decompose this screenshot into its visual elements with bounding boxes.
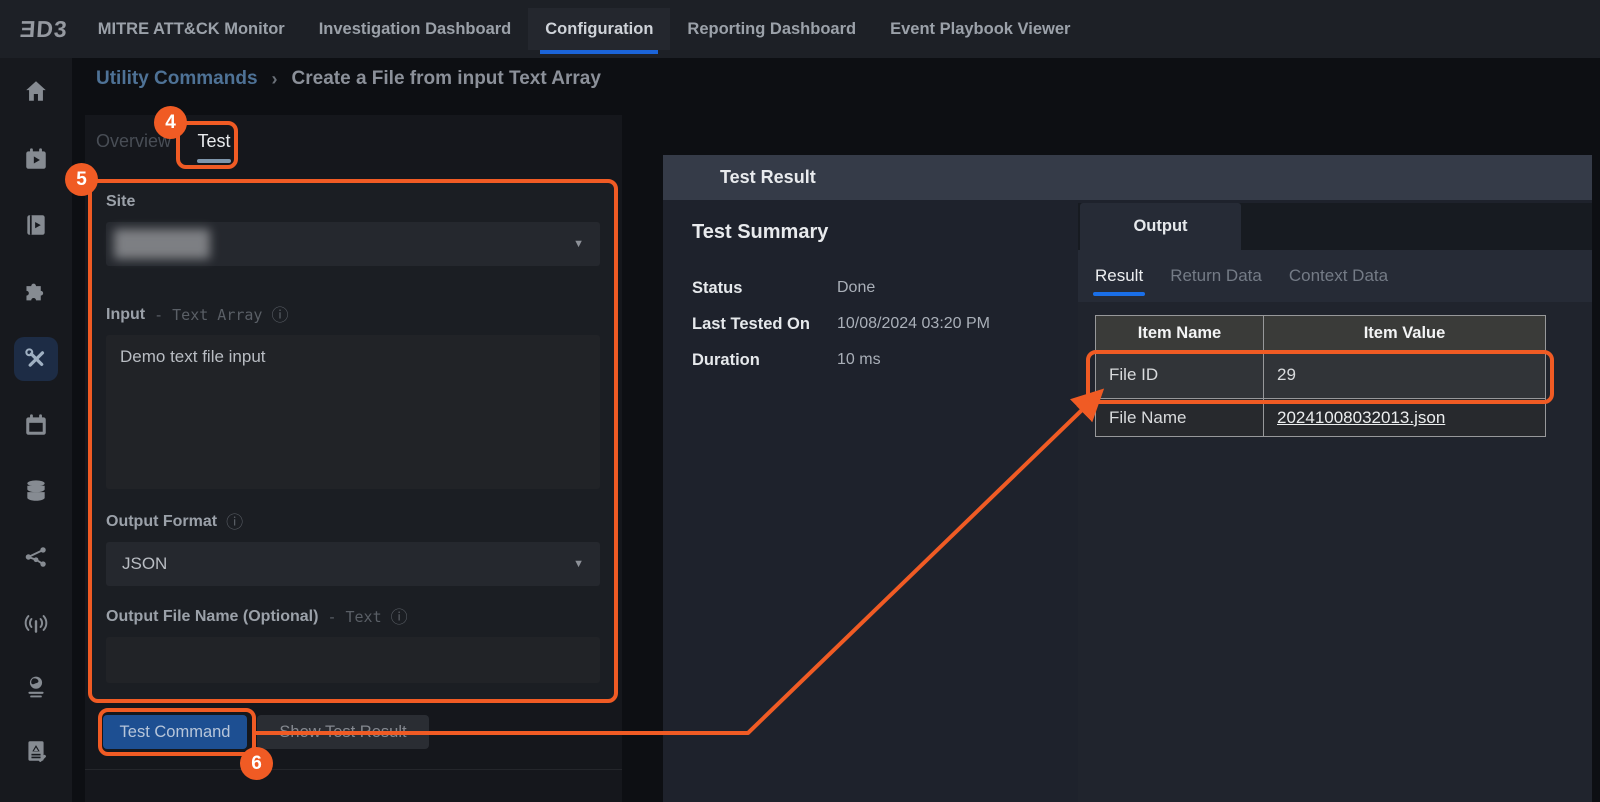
- top-nav: ƎD3 MITRE ATT&CK Monitor Investigation D…: [0, 0, 1600, 58]
- output-file-name-type-hint: - Text: [327, 608, 381, 626]
- output-format-value: JSON: [122, 542, 167, 586]
- test-result-title: Test Result: [720, 155, 816, 200]
- summary-row-status: Status Done: [692, 279, 990, 298]
- output-format-select[interactable]: JSON ▼: [106, 542, 600, 586]
- duration-value: 10 ms: [837, 351, 881, 370]
- output-file-name-input[interactable]: [106, 637, 600, 683]
- app-window: ƎD3 MITRE ATT&CK Monitor Investigation D…: [0, 0, 1600, 802]
- summary-row-duration: Duration 10 ms: [692, 351, 990, 370]
- document-edit-icon[interactable]: [14, 729, 58, 773]
- sidebar: [0, 58, 72, 802]
- page-title: Create a File from input Text Array: [292, 68, 601, 90]
- subtab-context-data[interactable]: Context Data: [1289, 266, 1388, 286]
- chevron-down-icon: ▼: [573, 558, 584, 570]
- annotation-step-4: 4: [154, 106, 187, 139]
- last-tested-value: 10/08/2024 03:20 PM: [837, 315, 990, 334]
- output-content: Item Name Item Value File ID 29 File Nam…: [1078, 302, 1592, 802]
- site-label: Site: [106, 193, 135, 211]
- info-icon[interactable]: ⓘ: [226, 514, 243, 531]
- table-row-file-name: File Name 20241008032013.json: [1096, 399, 1546, 437]
- file-id-value-cell: 29: [1264, 352, 1546, 399]
- panel-divider: [85, 769, 622, 770]
- calendar-play-icon[interactable]: [14, 137, 58, 181]
- nav-item-investigation-dashboard[interactable]: Investigation Dashboard: [302, 8, 529, 50]
- puzzle-icon[interactable]: [14, 271, 58, 315]
- output-tabstrip: Output: [1078, 203, 1592, 250]
- nav-item-configuration[interactable]: Configuration: [528, 8, 670, 50]
- test-summary-title: Test Summary: [692, 221, 828, 244]
- table-row-file-id: File ID 29: [1096, 352, 1546, 399]
- col-header-item-value: Item Value: [1264, 316, 1546, 352]
- file-name-value-cell: 20241008032013.json: [1264, 399, 1546, 437]
- info-icon[interactable]: ⓘ: [391, 609, 408, 626]
- test-result-panel: Test Result Test Summary Status Done Las…: [663, 155, 1592, 802]
- subtab-return-data[interactable]: Return Data: [1170, 266, 1262, 286]
- test-result-header: Test Result: [663, 155, 1592, 200]
- annotation-step-5: 5: [65, 163, 98, 196]
- output-format-label: Output Format: [106, 513, 217, 531]
- file-name-name-cell: File Name: [1096, 399, 1264, 437]
- database-icon[interactable]: [14, 469, 58, 513]
- chevron-right-icon: ›: [272, 69, 278, 90]
- form-buttons: Test Command Show Test Result: [103, 715, 429, 749]
- share-nodes-icon[interactable]: [14, 535, 58, 579]
- info-icon[interactable]: ⓘ: [271, 307, 288, 324]
- output-section: Output Result Return Data Context Data I…: [1078, 203, 1592, 802]
- tools-icon[interactable]: [14, 337, 58, 381]
- result-table: Item Name Item Value File ID 29 File Nam…: [1095, 315, 1546, 437]
- tab-test-label: Test: [198, 131, 231, 151]
- site-select[interactable]: ▼: [106, 222, 600, 266]
- breadcrumb-parent-link[interactable]: Utility Commands: [96, 68, 258, 90]
- command-test-panel: Overview Test Site ▼ Input - Text Array …: [85, 115, 622, 802]
- test-summary-rows: Status Done Last Tested On 10/08/2024 03…: [692, 279, 990, 370]
- tab-test-underline: [197, 159, 231, 163]
- subtab-result[interactable]: Result: [1095, 266, 1143, 286]
- output-subtabs: Result Return Data Context Data: [1078, 250, 1592, 302]
- test-form: Site ▼ Input - Text Array ⓘ Demo text fi…: [88, 179, 618, 703]
- nav-item-mitre-attck-monitor[interactable]: MITRE ATT&CK Monitor: [81, 8, 302, 50]
- broadcast-icon[interactable]: [14, 601, 58, 645]
- annotation-step-6: 6: [240, 747, 273, 780]
- col-header-item-name: Item Name: [1096, 316, 1264, 352]
- file-id-name-cell: File ID: [1096, 352, 1264, 399]
- file-name-link[interactable]: 20241008032013.json: [1277, 408, 1445, 427]
- show-test-result-button[interactable]: Show Test Result: [257, 715, 429, 749]
- tab-output[interactable]: Output: [1080, 203, 1241, 250]
- app-logo: ƎD3: [19, 16, 69, 43]
- test-command-button[interactable]: Test Command: [103, 715, 247, 749]
- globe-icon[interactable]: [14, 665, 58, 709]
- output-file-name-label: Output File Name (Optional): [106, 608, 318, 626]
- nav-item-reporting-dashboard[interactable]: Reporting Dashboard: [670, 8, 873, 50]
- input-textarea[interactable]: Demo text file input: [106, 335, 600, 489]
- input-label: Input: [106, 306, 145, 324]
- breadcrumb: Utility Commands › Create a File from in…: [96, 68, 601, 90]
- site-value-redacted: [114, 229, 210, 259]
- nav-item-event-playbook-viewer[interactable]: Event Playbook Viewer: [873, 8, 1087, 50]
- tab-test[interactable]: Test: [197, 127, 231, 163]
- duration-label: Duration: [692, 351, 837, 370]
- playbook-icon[interactable]: [14, 203, 58, 247]
- home-icon[interactable]: [14, 69, 58, 113]
- chevron-down-icon: ▼: [573, 238, 584, 250]
- calendar-icon[interactable]: [14, 403, 58, 447]
- input-type-hint: - Text Array: [154, 306, 262, 324]
- summary-row-last-tested: Last Tested On 10/08/2024 03:20 PM: [692, 315, 990, 334]
- last-tested-label: Last Tested On: [692, 315, 837, 334]
- status-value: Done: [837, 279, 875, 298]
- status-label: Status: [692, 279, 837, 298]
